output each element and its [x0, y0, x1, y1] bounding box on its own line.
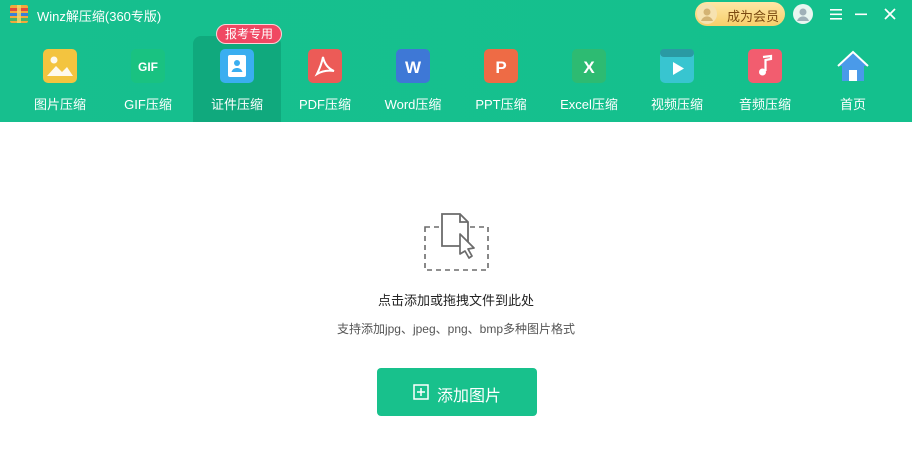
app-title: Winz解压缩(360专版)	[37, 9, 162, 24]
word-icon: W	[396, 49, 430, 83]
tool-pdf-compress[interactable]: PDF压缩	[281, 36, 369, 122]
plus-square-icon	[413, 384, 429, 400]
image-icon	[43, 49, 77, 83]
vip-avatar-icon	[697, 4, 717, 24]
id-card-icon	[220, 49, 254, 83]
home-icon	[837, 50, 869, 81]
app-logo-icon	[10, 5, 28, 23]
tool-video-compress[interactable]: 视频压缩	[633, 36, 721, 122]
menu-icon[interactable]	[826, 4, 846, 24]
gif-icon: GIF	[131, 49, 165, 83]
drop-title: 点击添加或拖拽文件到此处	[377, 293, 534, 308]
ppt-icon-text: P	[495, 58, 506, 77]
audio-icon	[748, 49, 782, 83]
drop-area[interactable]: 点击添加或拖拽文件到此处 支持添加jpg、jpeg、png、bmp多种图片格式 …	[0, 122, 912, 456]
tool-ppt-compress[interactable]: P PPT压缩	[457, 36, 545, 122]
tool-label: 证件压缩	[210, 97, 263, 112]
close-icon[interactable]	[880, 4, 900, 24]
become-member-label: 成为会员	[727, 9, 780, 24]
video-icon	[660, 49, 694, 83]
tool-image-compress[interactable]: 图片压缩	[16, 36, 104, 122]
add-image-label: 添加图片	[437, 388, 502, 405]
tool-label: 音频压缩	[738, 97, 791, 112]
minimize-icon[interactable]	[851, 4, 871, 24]
file-drop-icon	[424, 213, 489, 271]
tool-label: PPT压缩	[475, 97, 527, 112]
user-icon[interactable]	[793, 4, 813, 24]
excel-icon: X	[572, 49, 606, 83]
tool-word-compress[interactable]: W Word压缩	[369, 36, 457, 122]
word-icon-text: W	[405, 58, 422, 77]
add-image-button[interactable]: 添加图片	[377, 368, 537, 416]
title-bar: Winz解压缩(360专版) 成为会员	[0, 0, 912, 28]
tool-label: 首页	[839, 97, 866, 112]
tool-label: GIF压缩	[124, 97, 172, 112]
tool-label: Excel压缩	[560, 97, 618, 112]
header: Winz解压缩(360专版) 成为会员 图片压缩 GIF GIF压缩 证件压缩 …	[0, 0, 912, 122]
tool-gif-compress[interactable]: GIF GIF压缩	[104, 36, 192, 122]
tool-label: 图片压缩	[33, 97, 86, 112]
tool-excel-compress[interactable]: X Excel压缩	[545, 36, 633, 122]
exam-badge: 报考专用	[216, 24, 282, 44]
gif-icon-text: GIF	[138, 60, 158, 74]
tool-audio-compress[interactable]: 音频压缩	[721, 36, 809, 122]
pdf-icon	[308, 49, 342, 83]
tool-home[interactable]: 首页	[809, 36, 897, 122]
ppt-icon: P	[484, 49, 518, 83]
excel-icon-text: X	[583, 58, 595, 77]
tool-label: PDF压缩	[298, 97, 351, 112]
tool-label: Word压缩	[384, 97, 442, 112]
drop-subtitle: 支持添加jpg、jpeg、png、bmp多种图片格式	[336, 322, 576, 336]
become-member-button[interactable]: 成为会员	[695, 2, 785, 26]
tool-label: 视频压缩	[650, 97, 703, 112]
tool-id-compress[interactable]: 证件压缩	[193, 36, 281, 122]
